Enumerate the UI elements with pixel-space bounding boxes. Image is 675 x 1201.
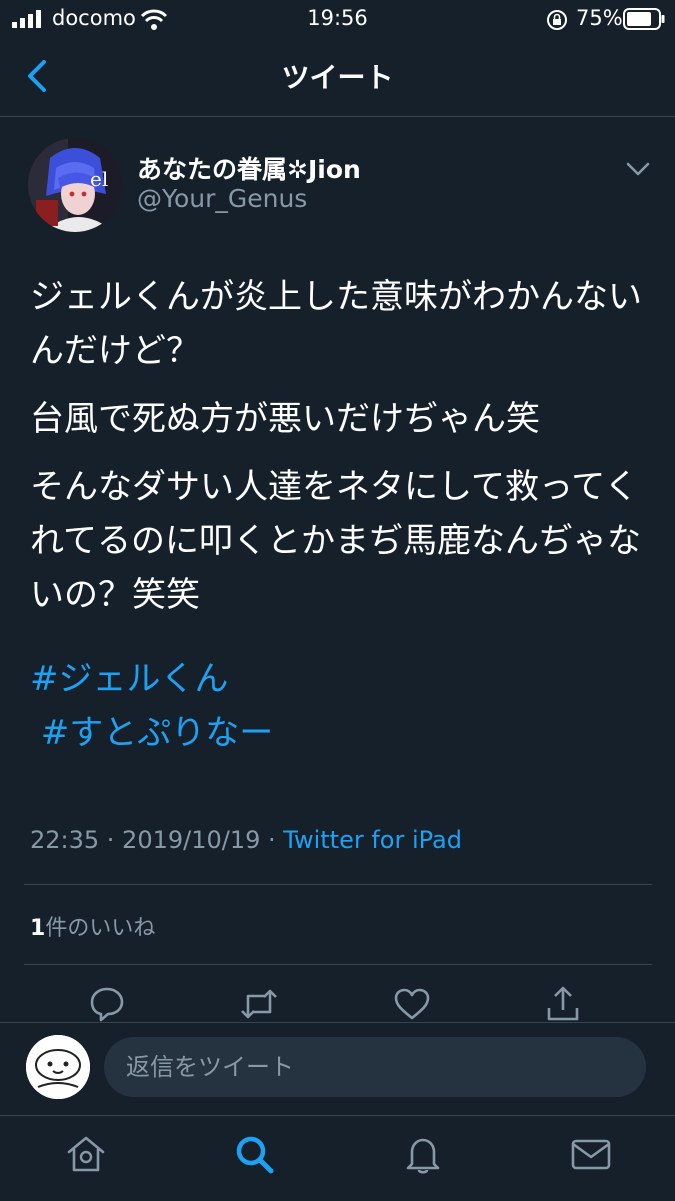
- reply-button[interactable]: [87, 984, 127, 1024]
- tweet-timestamp: 22:35 · 2019/10/19 ·: [30, 826, 284, 854]
- avatar-image: [26, 1035, 90, 1099]
- reply-input[interactable]: 返信をツイート: [104, 1037, 646, 1097]
- avatar[interactable]: el: [28, 138, 122, 232]
- tweet-paragraph: 台風で死ぬ方が悪いだけぢゃん笑: [30, 399, 540, 439]
- page-title: ツイート: [281, 61, 394, 94]
- like-icon: [394, 988, 430, 1020]
- chevron-down-icon: [626, 162, 650, 176]
- retweet-button[interactable]: [239, 984, 279, 1024]
- likes-count[interactable]: 1件のいいね: [30, 910, 155, 942]
- hashtag-link[interactable]: #すとぷりなー: [30, 706, 650, 760]
- header: ツイート: [0, 36, 675, 117]
- status-bar: docomo 19:56 75%: [0, 0, 675, 36]
- messages-icon: [571, 1139, 611, 1170]
- more-options-button[interactable]: [624, 158, 652, 180]
- search-icon: [236, 1136, 274, 1174]
- reply-icon: [90, 987, 124, 1022]
- share-icon: [547, 986, 579, 1021]
- clock: 19:56: [307, 6, 368, 30]
- tweet-source-link[interactable]: Twitter for iPad: [283, 826, 462, 854]
- divider: [24, 884, 652, 885]
- tweet-text: ジェルくんが炎上した意味がわかんないんだけど？ 台風で死ぬ方が悪いだけぢゃん笑 …: [30, 270, 655, 636]
- orientation-lock-icon: [547, 10, 567, 30]
- battery-percentage: 75%: [576, 6, 623, 30]
- author-name[interactable]: あなたの眷属✲Jion: [137, 150, 361, 186]
- tweet-metadata: 22:35 · 2019/10/19 · Twitter for iPad: [30, 826, 462, 854]
- share-button[interactable]: [543, 984, 583, 1024]
- hashtag-link[interactable]: #ジェルくん: [30, 652, 650, 706]
- likes-label: 件のいいね: [45, 916, 156, 941]
- tab-search[interactable]: [232, 1132, 276, 1176]
- user-avatar[interactable]: [26, 1035, 90, 1099]
- tab-messages[interactable]: [569, 1132, 613, 1176]
- battery-icon: [623, 8, 665, 30]
- divider: [24, 964, 652, 965]
- author-handle[interactable]: @Your_Genus: [137, 184, 307, 213]
- likes-number: 1: [30, 916, 46, 941]
- notifications-icon: [406, 1138, 440, 1174]
- home-icon: [67, 1136, 105, 1172]
- tab-notifications[interactable]: [401, 1132, 445, 1176]
- like-button[interactable]: [392, 984, 432, 1024]
- tab-home[interactable]: [64, 1132, 108, 1176]
- tweet-paragraph: ジェルくんが炎上した意味がわかんないんだけど？: [30, 277, 642, 371]
- retweet-icon: [241, 989, 277, 1019]
- tweet-paragraph: そんなダサい人達をネタにして救ってくれてるのに叩くとかまぢ馬鹿なんぢゃないの？笑…: [30, 467, 641, 615]
- hashtags: #ジェルくん #すとぷりなー: [30, 652, 650, 760]
- svg-text:el: el: [90, 167, 108, 191]
- avatar-image: el: [28, 138, 122, 232]
